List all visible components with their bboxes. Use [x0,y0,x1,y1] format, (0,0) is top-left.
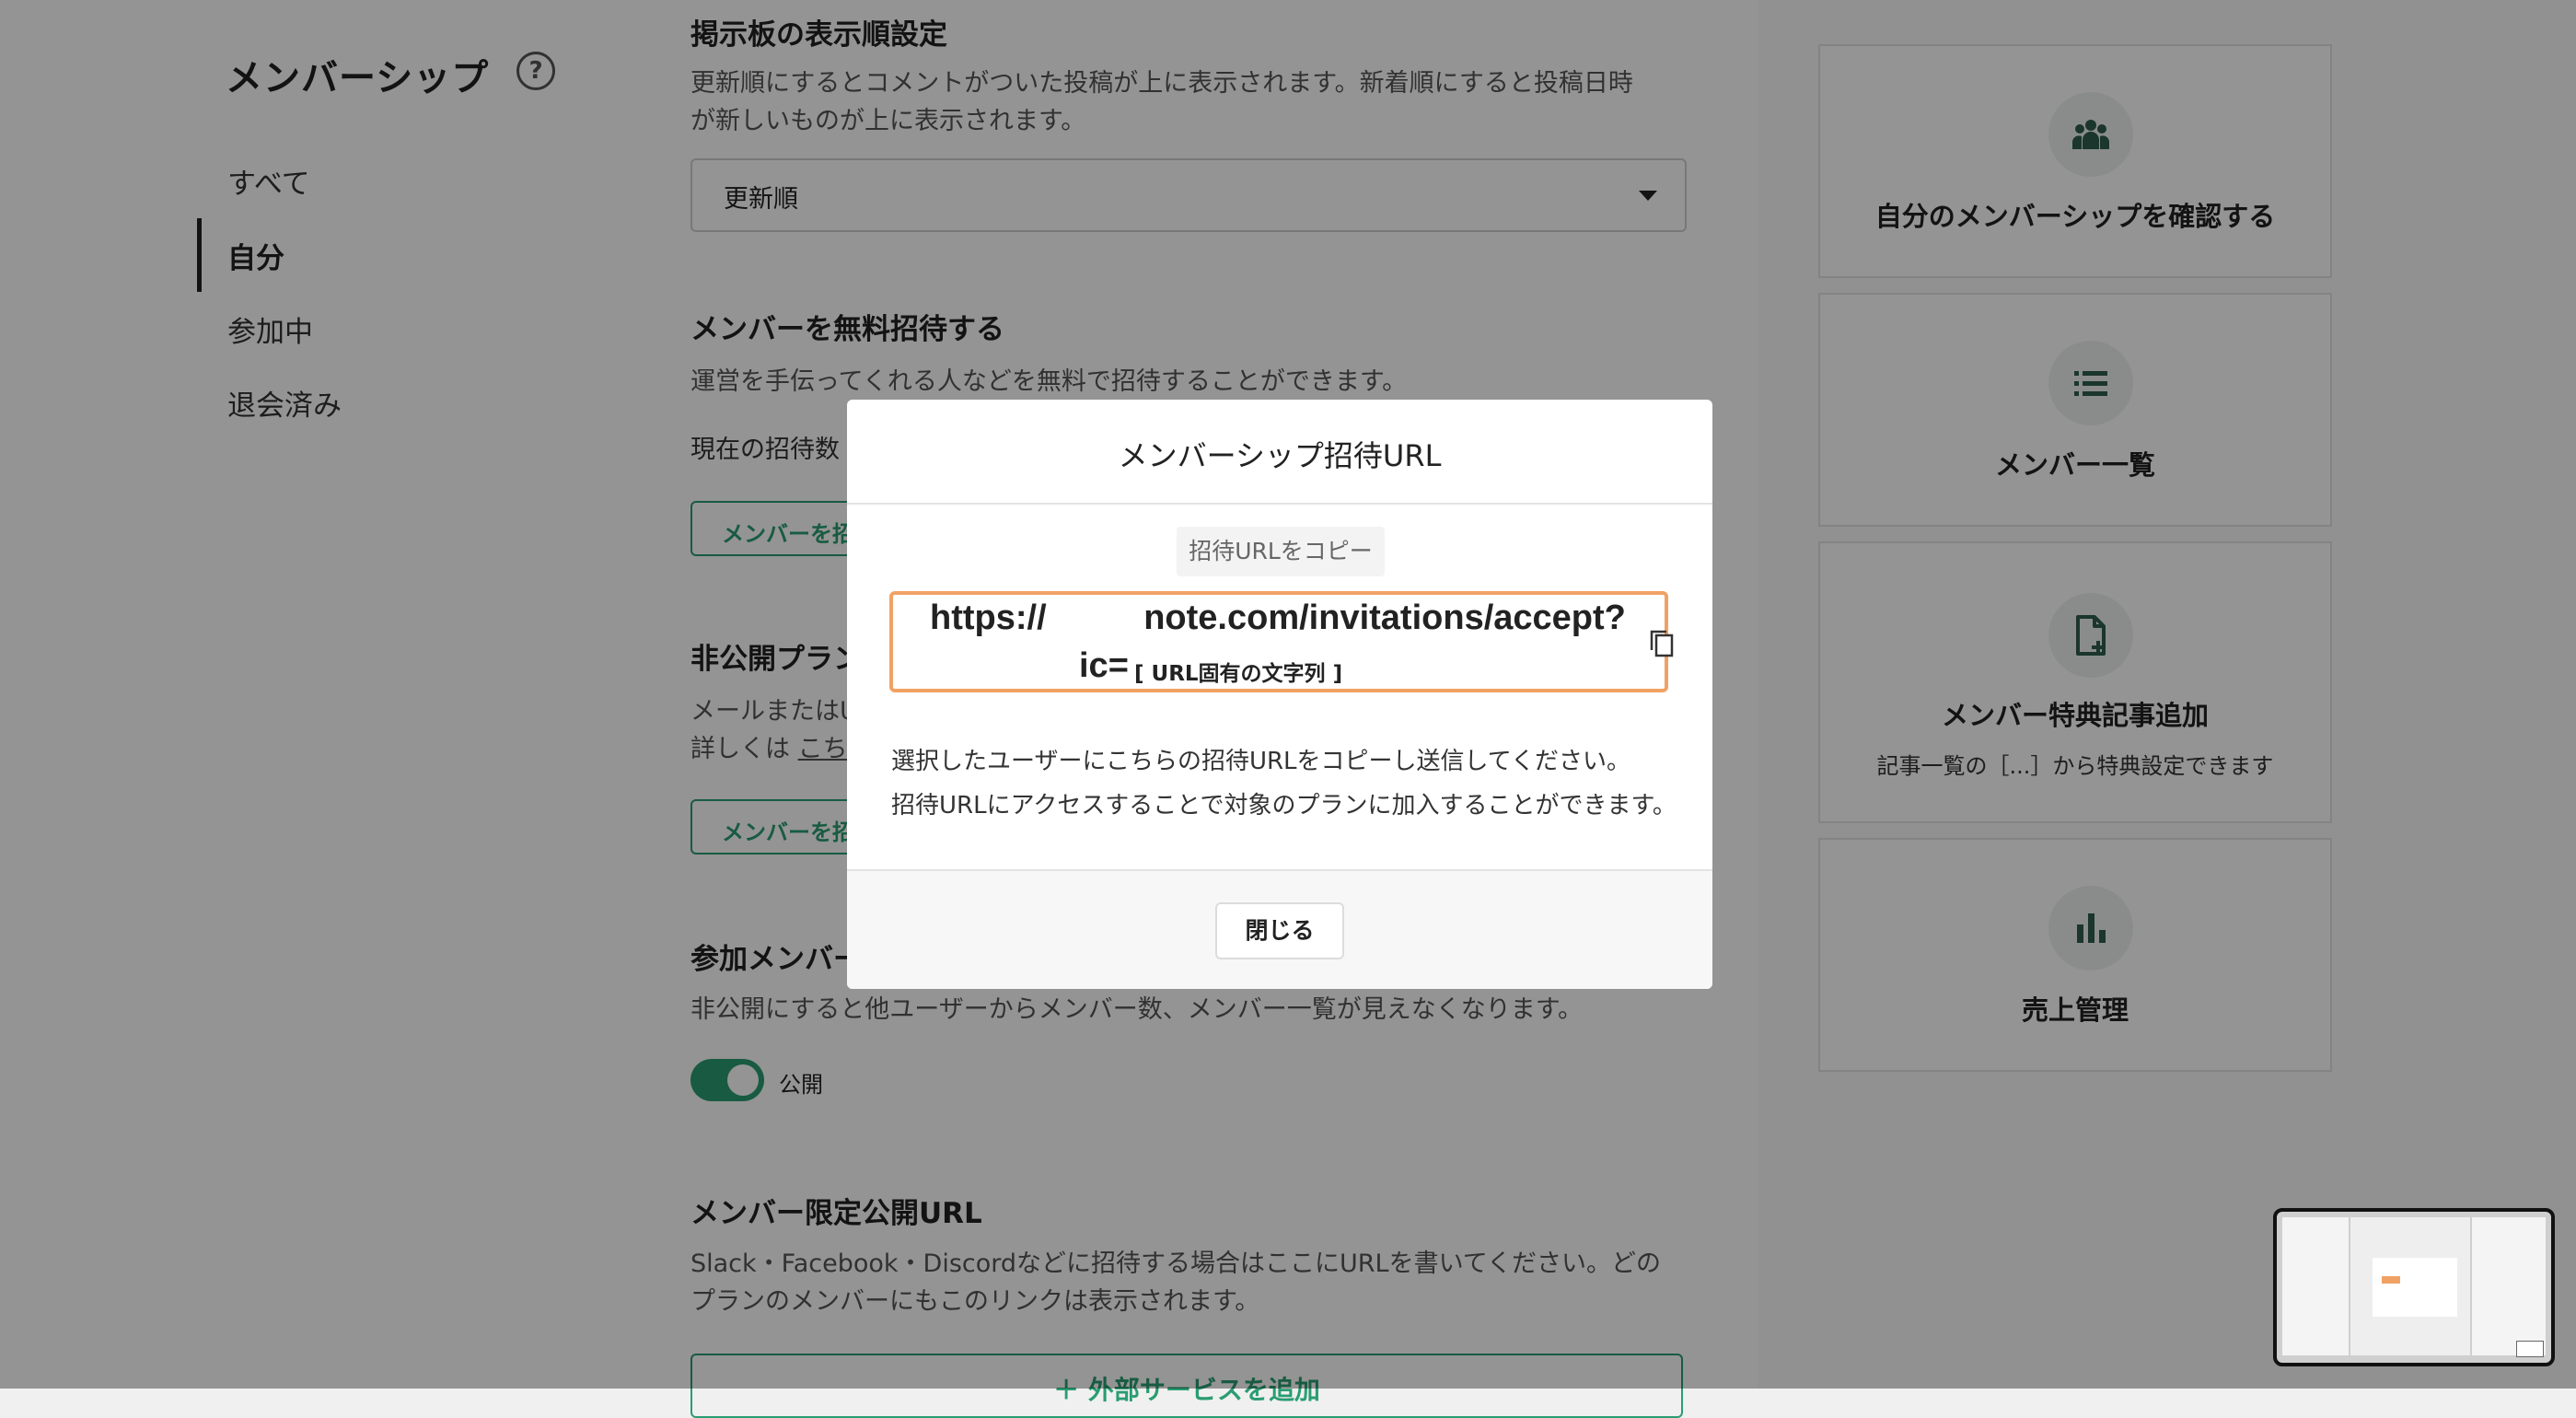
close-button[interactable]: 閉じる [1215,902,1344,959]
copy-url-button[interactable]: 招待URLをコピー [1177,527,1385,576]
url-text-line1: https:// note.com/invitations/accept? [930,599,1626,638]
modal-instruction-line1: 選択したユーザーにこちらの招待URLをコピーし送信してください。 [891,748,1630,775]
modal-title: メンバーシップ招待URL [1118,438,1442,473]
invite-url-modal: メンバーシップ招待URL 招待URLをコピー https:// note.com… [847,400,1712,989]
minimap-right [2472,1217,2546,1355]
copy-icon[interactable] [1648,628,1676,659]
url-prefix: https:// [930,599,1047,637]
url-rest: note.com/invitations/accept? [1143,599,1626,637]
url-placeholder: [ URL固有の文字列 ] [1134,662,1343,686]
url-param: ic= [1079,646,1129,685]
modal-footer: 閉じる [847,869,1712,989]
modal-instruction-line2: 招待URLにアクセスすることで対象のプランに加入することができます。 [891,792,1677,819]
minimap-url [2382,1276,2400,1284]
minimap-modal [2373,1258,2457,1317]
minimap-left [2282,1217,2349,1355]
divider [847,503,1712,505]
invite-url-field[interactable]: https:// note.com/invitations/accept? ic… [889,591,1668,692]
page: メンバーシップ ? すべて 自分 参加中 退会済み 掲示板の表示順設定 更新順に… [0,0,2576,1418]
minimap-toggle-button[interactable] [2516,1341,2544,1357]
minimap-thumbnail[interactable] [2273,1208,2555,1366]
